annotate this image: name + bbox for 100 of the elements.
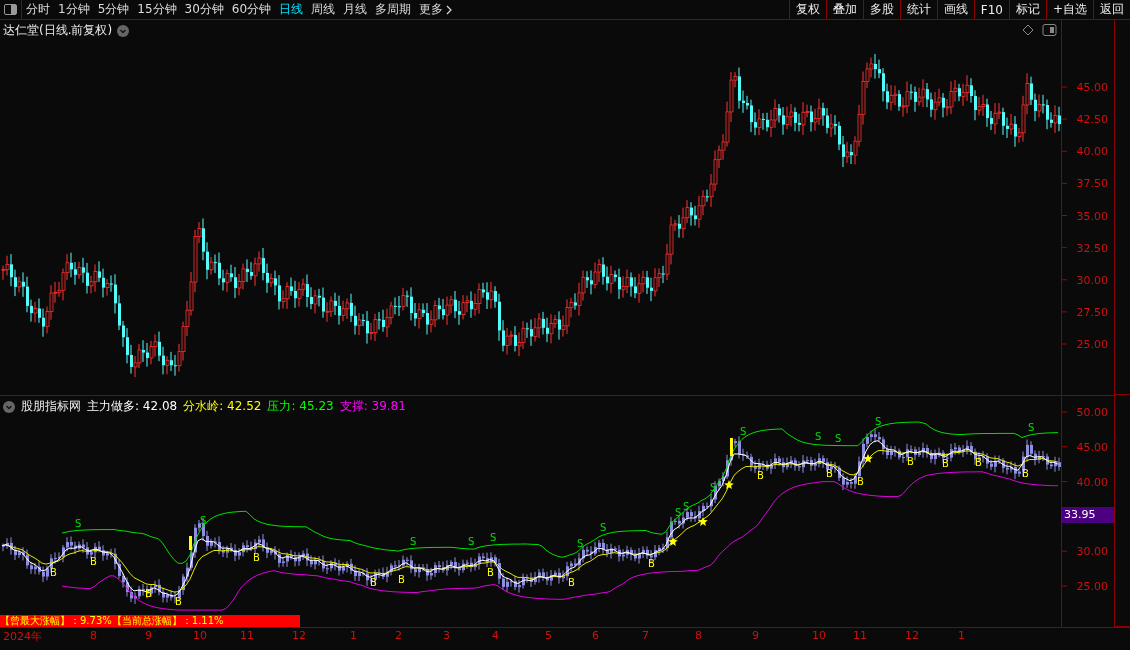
- toolbar-button[interactable]: 统计: [899, 0, 937, 19]
- more-button[interactable]: 更多: [415, 1, 457, 18]
- axis-label: 50.00: [1076, 406, 1108, 419]
- buy-signal: B: [90, 555, 97, 567]
- period-tab[interactable]: 60分钟: [227, 1, 276, 18]
- axis-label: 25.00: [1076, 338, 1108, 351]
- buy-signal: B: [857, 476, 864, 488]
- axis-label: 45.00: [1076, 440, 1108, 454]
- period-tab[interactable]: 1分钟: [54, 1, 94, 18]
- buy-signal: B: [145, 587, 152, 599]
- sell-signal: S: [710, 482, 717, 494]
- star-icon: [698, 516, 708, 526]
- toolbar-button[interactable]: 返回: [1093, 0, 1130, 19]
- toolbar-button[interactable]: 叠加: [825, 0, 863, 19]
- buy-signal: B: [487, 566, 494, 578]
- stock-title: 达仁堂(日线.前复权): [3, 22, 113, 39]
- period-tab[interactable]: 15分钟: [133, 1, 181, 18]
- period-tab[interactable]: 周线: [307, 1, 340, 18]
- signal-bar: [189, 536, 192, 550]
- time-label: 1: [958, 629, 965, 642]
- period-tab[interactable]: 月线: [339, 1, 372, 18]
- sell-signal: S: [875, 416, 882, 428]
- axis-label: 37.50: [1076, 177, 1108, 191]
- time-label: 12: [292, 629, 306, 642]
- time-label: 11: [853, 629, 867, 642]
- star-icon: [724, 480, 734, 490]
- sell-signal: S: [740, 426, 747, 438]
- time-label: 8: [695, 629, 702, 642]
- buy-signal: B: [648, 558, 655, 570]
- time-label: 6: [592, 629, 599, 642]
- axis-label: 27.50: [1076, 305, 1108, 319]
- axis-label: 32.50: [1076, 241, 1108, 255]
- sell-signal: S: [1028, 422, 1035, 433]
- sell-signal: S: [468, 535, 475, 547]
- signal-bar: [730, 438, 733, 456]
- indicator-reading: 支撑: 39.81: [339, 398, 406, 415]
- period-tab[interactable]: 日线: [275, 1, 308, 18]
- time-label: 8: [90, 629, 97, 642]
- sell-signal: S: [835, 432, 842, 444]
- buy-signal: B: [253, 552, 260, 564]
- time-label: 5: [545, 629, 552, 642]
- time-label: 4: [492, 629, 499, 642]
- buy-signal: B: [568, 576, 575, 588]
- axis-label: 30.00: [1076, 273, 1108, 287]
- toolbar-button[interactable]: +自选: [1045, 0, 1093, 19]
- buy-signal: B: [826, 467, 833, 479]
- buy-signal: B: [370, 576, 377, 588]
- sell-signal: S: [75, 517, 82, 529]
- time-label: 12: [905, 629, 919, 642]
- buy-signal: B: [1022, 468, 1029, 480]
- sell-signal: S: [577, 538, 584, 550]
- dropdown-icon[interactable]: [3, 400, 15, 413]
- time-label: 2: [395, 629, 402, 642]
- toolbar-button[interactable]: 复权: [788, 0, 826, 19]
- indicator-reading: 分水岭: 42.52: [183, 398, 262, 415]
- time-label: 11: [240, 629, 254, 642]
- buy-signal: B: [907, 456, 914, 468]
- time-label: 10: [193, 629, 207, 642]
- buy-signal: B: [975, 456, 982, 468]
- gain-banner: 【曾最大涨幅】：9.73%【当前总涨幅】：1.11%: [0, 615, 300, 627]
- period-tab[interactable]: 5分钟: [93, 1, 134, 18]
- toolbar-button[interactable]: F10: [973, 0, 1009, 19]
- price-tag: 33.95: [1062, 507, 1114, 523]
- time-label: 7: [642, 629, 649, 642]
- axis-label: 40.00: [1076, 145, 1108, 159]
- time-label: 2024年: [3, 629, 42, 644]
- period-tab[interactable]: 多周期: [371, 1, 416, 18]
- chevron-right-icon: [446, 4, 453, 15]
- indicator-reading: 压力: 45.23: [267, 398, 334, 415]
- dropdown-icon[interactable]: [117, 24, 130, 37]
- indicator-name: 股朋指标网: [21, 398, 81, 415]
- sell-signal: S: [815, 431, 822, 443]
- buy-signal: B: [50, 567, 57, 579]
- time-label: 9: [752, 629, 759, 642]
- sell-signal: S: [410, 535, 417, 547]
- toolbar-button[interactable]: 画线: [936, 0, 974, 19]
- axis-label: 45.00: [1076, 81, 1108, 94]
- period-tab[interactable]: 30分钟: [180, 1, 228, 18]
- sell-signal: S: [600, 522, 607, 534]
- sell-signal: S: [490, 532, 497, 544]
- sell-signal: S: [675, 507, 682, 519]
- period-tab[interactable]: 分时: [22, 1, 54, 18]
- time-label: 3: [443, 629, 450, 642]
- sell-signal: S: [200, 514, 207, 526]
- buy-signal: B: [175, 596, 182, 607]
- axis-label: 25.00: [1076, 580, 1108, 593]
- pane-controls-icon[interactable]: [1023, 24, 1057, 36]
- star-icon: [668, 536, 678, 546]
- axis-label: 40.00: [1076, 475, 1108, 489]
- indicator-reading: 主力做多: 42.08: [87, 398, 178, 415]
- axis-label: 42.50: [1076, 113, 1108, 127]
- toolbar-button[interactable]: 多股: [862, 0, 900, 19]
- buy-signal: B: [942, 458, 949, 470]
- time-label: 1: [350, 629, 357, 642]
- buy-signal: B: [757, 470, 764, 482]
- toolbar-button[interactable]: 标记: [1008, 0, 1046, 19]
- axis-label: 30.00: [1076, 545, 1108, 559]
- time-label: 10: [812, 629, 826, 642]
- star-icon: [863, 453, 873, 463]
- time-label: 9: [145, 629, 152, 642]
